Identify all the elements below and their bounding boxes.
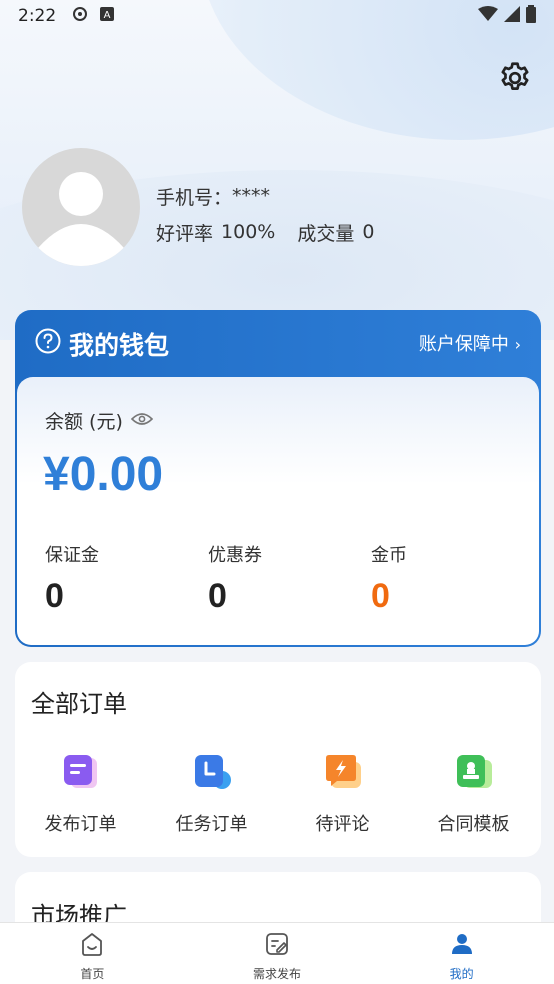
orders-grid: 发布订单 任务订单 待评论 合同模板 — [15, 752, 541, 836]
svg-text:A: A — [104, 10, 111, 21]
coin-stat[interactable]: 金币 0 — [371, 541, 407, 616]
tab-mine[interactable]: 我的 — [369, 923, 554, 984]
stats-row: 好评率 100% 成交量 0 — [156, 214, 382, 250]
wallet-title-text: 我的钱包 — [69, 331, 170, 360]
contract-template-button[interactable]: 合同模板 — [408, 752, 539, 836]
help-icon[interactable] — [35, 328, 69, 360]
phone-value: **** — [232, 185, 271, 207]
chevron-right-icon: › — [514, 335, 521, 354]
tab-home-label: 首页 — [80, 967, 105, 981]
publish-order-icon — [61, 752, 101, 796]
eye-icon[interactable] — [123, 410, 154, 432]
wifi-icon — [478, 5, 498, 27]
status-time: 2:22 — [18, 6, 57, 26]
coupon-stat[interactable]: 优惠券 0 — [208, 541, 262, 616]
task-order-label: 任务订单 — [175, 814, 248, 835]
user-icon — [449, 931, 475, 961]
coupon-value: 0 — [208, 577, 227, 615]
signal-icon — [504, 5, 520, 27]
sync-icon — [72, 6, 88, 26]
phone-label: 手机号： — [156, 186, 233, 209]
pending-review-label: 待评论 — [315, 814, 370, 835]
wallet-inner: 余额 (元) ¥0.00 保证金 0 优惠券 0 金币 0 — [17, 377, 539, 645]
task-order-icon — [192, 752, 232, 796]
deals-value: 0 — [362, 221, 375, 243]
balance-label-row: 余额 (元) — [45, 407, 154, 434]
avatar[interactable] — [22, 148, 140, 266]
deposit-label: 保证金 — [45, 545, 99, 566]
tab-publish-demand[interactable]: 需求发布 — [185, 923, 370, 984]
deposit-stat[interactable]: 保证金 0 — [45, 541, 99, 616]
orders-title: 全部订单 — [31, 690, 127, 718]
deposit-value: 0 — [45, 577, 64, 615]
tab-mine-label: 我的 — [449, 967, 474, 981]
battery-icon — [526, 4, 536, 28]
task-order-button[interactable]: 任务订单 — [146, 752, 277, 836]
balance-value: ¥0.00 — [43, 448, 164, 501]
rating-label: 好评率 — [156, 222, 214, 245]
coin-label: 金币 — [371, 545, 407, 566]
a-badge-icon: A — [100, 7, 115, 25]
phone-row: 手机号： **** — [156, 178, 382, 214]
coupon-label: 优惠券 — [208, 545, 262, 566]
publish-order-label: 发布订单 — [44, 814, 117, 835]
settings-gear-icon[interactable] — [497, 60, 533, 96]
contract-template-label: 合同模板 — [437, 814, 510, 835]
bottom-tab-bar: 首页 需求发布 我的 — [0, 922, 554, 984]
user-info: 手机号： **** 好评率 100% 成交量 0 — [156, 178, 382, 250]
deals-label: 成交量 — [297, 222, 355, 245]
edit-icon — [264, 931, 290, 961]
account-protect-label: 账户保障中 — [418, 334, 509, 355]
home-icon — [79, 931, 105, 961]
tab-home[interactable]: 首页 — [0, 923, 185, 984]
balance-label: 余额 (元) — [45, 411, 123, 433]
wallet-card: 我的钱包 账户保障中 › 余额 (元) ¥0.00 保证金 0 优惠券 0 金币… — [15, 310, 541, 647]
coin-value: 0 — [371, 577, 390, 615]
wallet-title[interactable]: 我的钱包 — [35, 326, 169, 362]
tab-publish-demand-label: 需求发布 — [253, 967, 302, 981]
publish-order-button[interactable]: 发布订单 — [15, 752, 146, 836]
orders-card: 全部订单 发布订单 任务订单 待评论 合同模板 — [15, 662, 541, 857]
rating-value: 100% — [221, 221, 276, 243]
pending-review-icon — [323, 752, 363, 796]
contract-template-icon — [454, 752, 494, 796]
status-bar: 2:22 A — [0, 0, 554, 32]
account-protect-link[interactable]: 账户保障中 › — [419, 330, 521, 356]
pending-review-button[interactable]: 待评论 — [277, 752, 408, 836]
